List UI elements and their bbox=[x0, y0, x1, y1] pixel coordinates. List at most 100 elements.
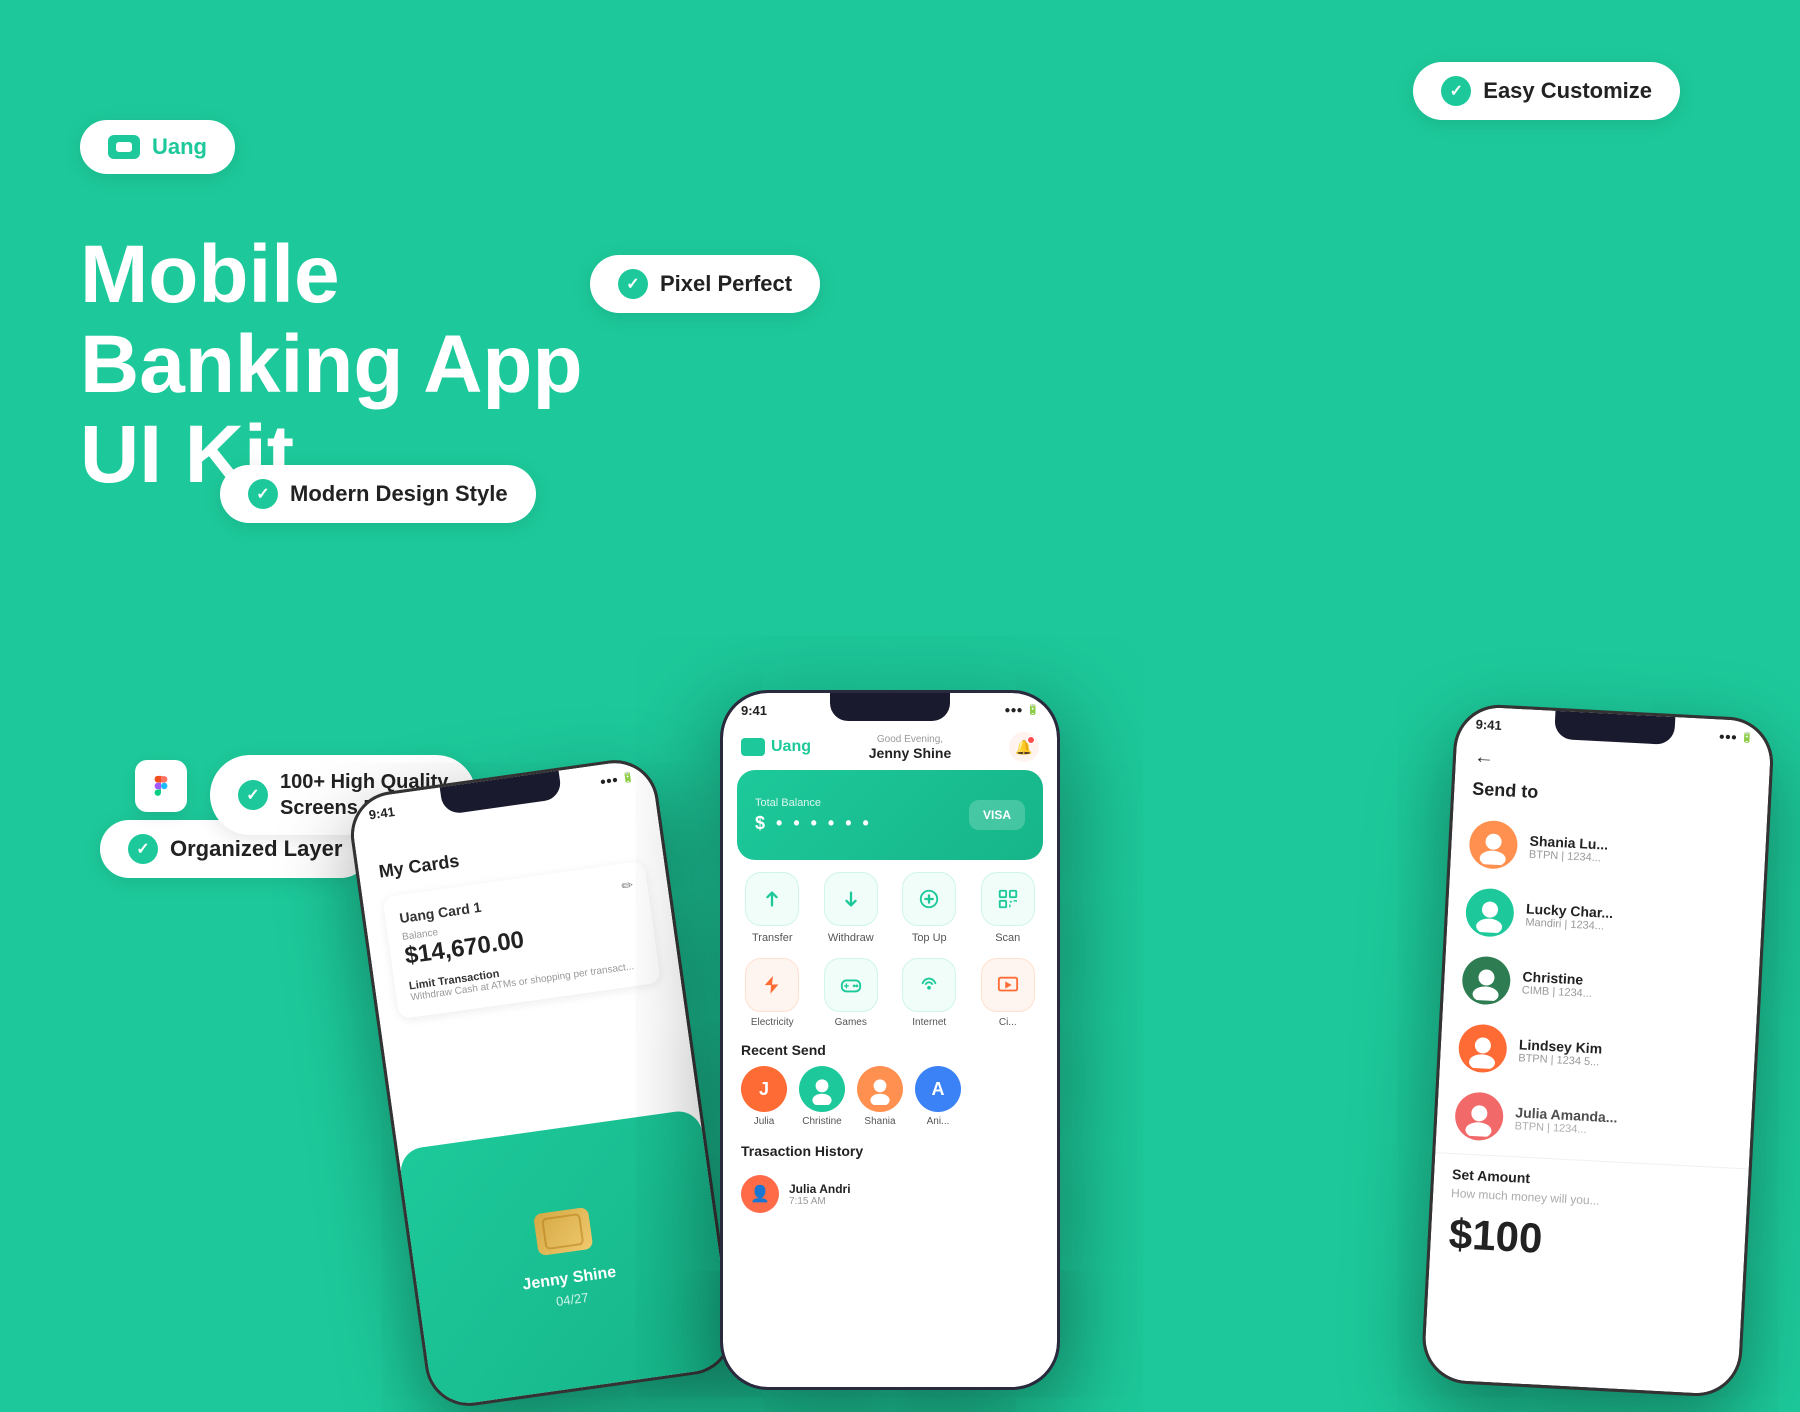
contact-info-shania: Shania Lu... BTPN | 1234... bbox=[1529, 833, 1609, 865]
contact-bank-christine: CIMB | 1234... bbox=[1522, 984, 1593, 1000]
withdraw-label: Withdraw bbox=[828, 932, 874, 944]
phone-center-content: Uang Good Evening, Jenny Shine 🔔 Total B… bbox=[723, 718, 1057, 1221]
check-icon-modern bbox=[248, 479, 278, 509]
service-games[interactable]: Games bbox=[824, 958, 878, 1028]
trans-info: Julia Andri 7:15 AM bbox=[789, 1182, 1039, 1207]
badge-easy-customize: Easy Customize bbox=[1413, 62, 1680, 120]
contact-avatar-shania bbox=[1468, 819, 1518, 869]
action-scan[interactable]: Scan bbox=[981, 872, 1035, 944]
recent-send-title: Recent Send bbox=[723, 1036, 1057, 1066]
contact-info-julia-amanda: Julia Amanda... BTPN | 1234... bbox=[1514, 1104, 1618, 1137]
heading-line1: Mobile bbox=[80, 229, 340, 320]
badge-easy-label: Easy Customize bbox=[1483, 78, 1652, 104]
service-internet[interactable]: Internet bbox=[902, 958, 956, 1028]
header-center: Good Evening, Jenny Shine bbox=[869, 734, 951, 761]
recent-avatar-christine[interactable]: Christine bbox=[799, 1066, 845, 1127]
card-expiry: 04/27 bbox=[555, 1289, 589, 1308]
phone-right-content: ← Send to Shania Lu... BTPN | 1234... Lu… bbox=[1430, 731, 1771, 1274]
avatar-label-shania: Shania bbox=[864, 1116, 895, 1127]
card-chip bbox=[533, 1206, 593, 1255]
topup-button[interactable] bbox=[902, 872, 956, 926]
electricity-button[interactable] bbox=[745, 958, 799, 1012]
action-withdraw[interactable]: Withdraw bbox=[824, 872, 878, 944]
avatar-julia[interactable]: J bbox=[741, 1066, 787, 1112]
electricity-label: Electricity bbox=[751, 1017, 794, 1028]
phone-left: 9:41 ●●● 🔋 My Cards Uang Card 1 ✏ Balanc… bbox=[345, 754, 738, 1411]
notification-bell[interactable]: 🔔 bbox=[1009, 732, 1039, 762]
contact-info-lucky: Lucky Char... Mandiri | 1234... bbox=[1525, 901, 1614, 934]
transaction-item: 👤 Julia Andri 7:15 AM bbox=[723, 1167, 1057, 1221]
actions-row: Transfer Withdraw bbox=[723, 860, 1057, 950]
transfer-button[interactable] bbox=[745, 872, 799, 926]
badge-modern-design: Modern Design Style bbox=[220, 465, 536, 523]
scan-button[interactable] bbox=[981, 872, 1035, 926]
badge-organized-label: Organized Layer bbox=[170, 836, 342, 862]
avatar-shania[interactable] bbox=[857, 1066, 903, 1112]
main-heading: Mobile Banking App UI Kit bbox=[80, 230, 583, 501]
recent-avatar-shania[interactable]: Shania bbox=[857, 1066, 903, 1127]
card-type-badge: VISA bbox=[969, 800, 1025, 830]
service-cinema[interactable]: Ci... bbox=[981, 958, 1035, 1028]
check-icon-easy bbox=[1441, 76, 1471, 106]
balance-dots: $ • • • • • • bbox=[755, 813, 872, 834]
phone-right: 9:41 ●●● 🔋 ← Send to Shania Lu... BTPN |… bbox=[1420, 703, 1775, 1399]
transaction-history-title: Trasaction History bbox=[723, 1137, 1057, 1167]
phone-right-status-icons: ●●● 🔋 bbox=[1719, 731, 1754, 744]
internet-label: Internet bbox=[912, 1017, 946, 1028]
contact-info-lindsey: Lindsey Kim BTPN | 1234 5... bbox=[1518, 1036, 1603, 1068]
internet-button[interactable] bbox=[902, 958, 956, 1012]
card-holder: Jenny Shine bbox=[521, 1263, 617, 1294]
avatar-ani[interactable]: A bbox=[915, 1066, 961, 1112]
contact-info-christine: Christine CIMB | 1234... bbox=[1522, 968, 1593, 1000]
topup-label: Top Up bbox=[912, 932, 947, 944]
check-icon-screens bbox=[238, 780, 268, 810]
notification-dot bbox=[1027, 736, 1035, 744]
logo-text: Uang bbox=[152, 134, 207, 160]
trans-name: Julia Andri bbox=[789, 1182, 1039, 1196]
greeting: Good Evening, bbox=[869, 734, 951, 745]
contact-avatar-julia-amanda bbox=[1454, 1091, 1504, 1141]
app-name: Uang bbox=[771, 738, 811, 756]
heading-line2: Banking App bbox=[80, 319, 583, 410]
phone-center-notch bbox=[830, 693, 950, 721]
figma-icon bbox=[135, 760, 187, 812]
contact-avatar-lucky bbox=[1465, 887, 1515, 937]
services-row: Electricity Games bbox=[723, 950, 1057, 1036]
balance-card-left: Total Balance $ • • • • • • bbox=[755, 797, 872, 834]
games-button[interactable] bbox=[824, 958, 878, 1012]
contact-avatar-christine bbox=[1461, 955, 1511, 1005]
green-card: Jenny Shine 04/27 bbox=[398, 1108, 735, 1408]
avatar-christine[interactable] bbox=[799, 1066, 845, 1112]
app-logo-small: Uang bbox=[741, 738, 811, 756]
service-electricity[interactable]: Electricity bbox=[745, 958, 799, 1028]
phone-center-time: 9:41 bbox=[741, 703, 767, 718]
action-topup[interactable]: Top Up bbox=[902, 872, 956, 944]
amount-display: $100 bbox=[1448, 1210, 1728, 1272]
total-balance-label: Total Balance bbox=[755, 797, 872, 809]
logo-icon bbox=[108, 135, 140, 159]
app-logo-icon bbox=[741, 738, 765, 756]
set-amount-section: Set Amount How much money will you... $1… bbox=[1430, 1152, 1749, 1273]
check-icon-pixel bbox=[618, 269, 648, 299]
check-icon-organized bbox=[128, 834, 158, 864]
avatar-label-ani: Ani... bbox=[927, 1116, 950, 1127]
app-header: Uang Good Evening, Jenny Shine 🔔 bbox=[723, 726, 1057, 770]
contact-avatar-lindsey bbox=[1458, 1023, 1508, 1073]
trans-avatar: 👤 bbox=[741, 1175, 779, 1213]
recent-avatar-julia[interactable]: J Julia bbox=[741, 1066, 787, 1127]
transfer-label: Transfer bbox=[752, 932, 793, 944]
cinema-button[interactable] bbox=[981, 958, 1035, 1012]
recent-avatar-ani[interactable]: A Ani... bbox=[915, 1066, 961, 1127]
badge-pixel-perfect: Pixel Perfect bbox=[590, 255, 820, 313]
avatar-label-julia: Julia bbox=[754, 1116, 775, 1127]
withdraw-button[interactable] bbox=[824, 872, 878, 926]
balance-card: Total Balance $ • • • • • • VISA bbox=[737, 770, 1043, 860]
phone-right-time: 9:41 bbox=[1475, 717, 1502, 733]
recent-send-row: J Julia Christine Shania A bbox=[723, 1066, 1057, 1137]
user-name: Jenny Shine bbox=[869, 745, 951, 761]
card-item: Uang Card 1 ✏ Balance $14,670.00 Limit T… bbox=[382, 861, 661, 1020]
phone-center-status-icons: ●●● 🔋 bbox=[1004, 705, 1039, 716]
avatar-label-christine: Christine bbox=[802, 1116, 841, 1127]
edit-icon: ✏ bbox=[620, 876, 634, 894]
action-transfer[interactable]: Transfer bbox=[745, 872, 799, 944]
